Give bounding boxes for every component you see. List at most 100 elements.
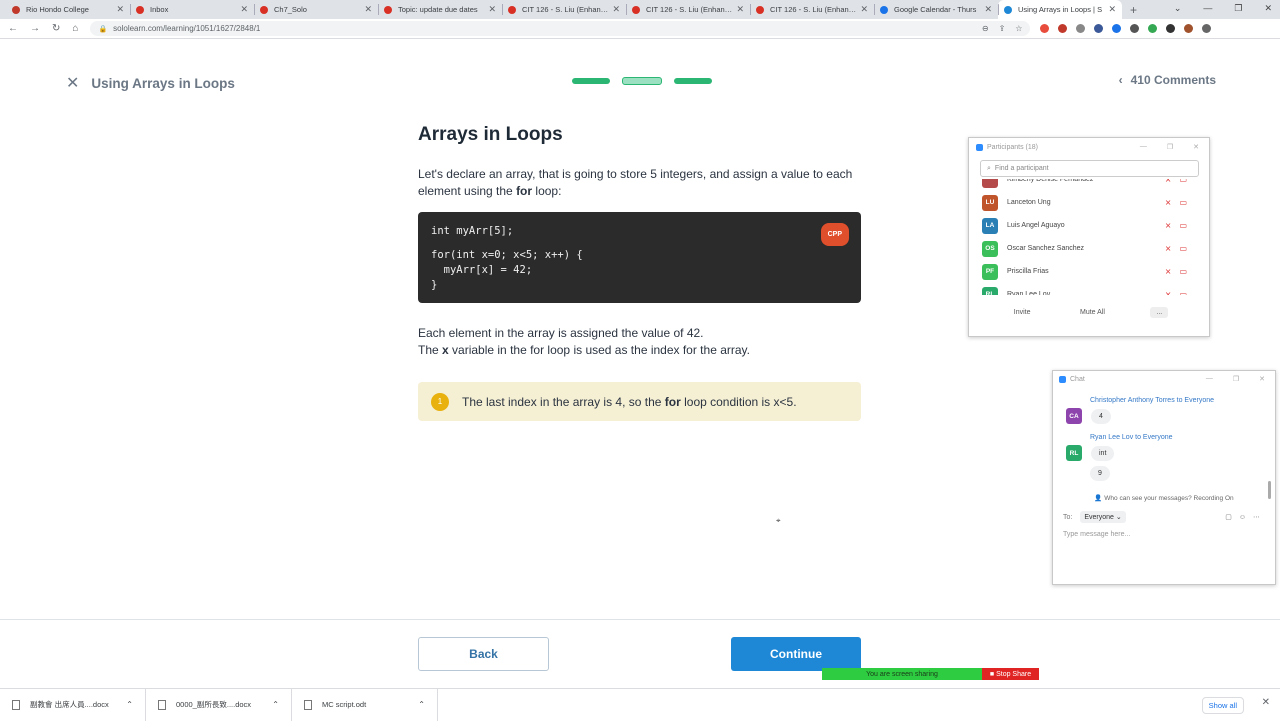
tab-search-icon[interactable]: ⌄: [1174, 3, 1182, 14]
chat-recipient-row: To: Everyone ⌄ ▢☺⋯: [1053, 511, 1275, 523]
progress-step-current[interactable]: [622, 77, 662, 85]
muted-mic-icon[interactable]: ⨯: [1165, 221, 1180, 230]
browser-tab[interactable]: CIT 126 - S. Liu (Enhance ✕: [502, 0, 626, 19]
close-tab-icon[interactable]: ✕: [984, 4, 992, 15]
close-tab-icon[interactable]: ✕: [612, 4, 620, 15]
forward-nav-icon[interactable]: →: [30, 23, 40, 34]
extension-icon[interactable]: [1094, 24, 1104, 33]
browser-tab[interactable]: Topic: update due dates ✕: [378, 0, 502, 19]
emoji-icon[interactable]: ☺: [1239, 514, 1253, 521]
close-tab-icon[interactable]: ✕: [736, 4, 744, 15]
browser-tab[interactable]: Ch7_Solo ✕: [254, 0, 378, 19]
close-icon[interactable]: ✕: [1259, 375, 1265, 383]
close-tab-icon[interactable]: ✕: [1108, 4, 1116, 15]
browser-tab[interactable]: Inbox ✕: [130, 0, 254, 19]
menu-kebab-icon[interactable]: [1202, 24, 1212, 33]
sharing-status[interactable]: You are screen sharing: [822, 668, 982, 680]
download-item[interactable]: 0000_副所長致....docx ⌃: [146, 688, 292, 721]
new-tab-button[interactable]: +: [1130, 3, 1137, 17]
file-icon: [12, 699, 20, 710]
video-off-icon[interactable]: ▭: [1179, 179, 1195, 184]
browser-tab[interactable]: CIT 126 - S. Liu (Enhance ✕: [626, 0, 750, 19]
chevron-up-icon[interactable]: ⌃: [418, 700, 425, 709]
chevron-up-icon[interactable]: ⌃: [126, 700, 133, 709]
progress-step[interactable]: [572, 78, 610, 84]
reload-icon[interactable]: ↻: [52, 23, 60, 34]
participant-row[interactable]: LU Lanceton Ung ⨯▭: [969, 191, 1209, 214]
browser-tab[interactable]: Google Calendar - Thurs ✕: [874, 0, 998, 19]
back-nav-icon[interactable]: ←: [8, 23, 18, 34]
scrollbar[interactable]: [1268, 481, 1271, 499]
message-visibility-info[interactable]: 👤 Who can see your messages? Recording O…: [1053, 494, 1275, 502]
close-tab-icon[interactable]: ✕: [488, 4, 496, 15]
participant-row[interactable]: LA Luis Angel Aguayo ⨯▭: [969, 214, 1209, 237]
minimize-icon[interactable]: —: [1206, 375, 1213, 383]
muted-mic-icon[interactable]: ⨯: [1165, 198, 1180, 207]
minimize-icon[interactable]: —: [1140, 143, 1147, 151]
more-options-button[interactable]: ...: [1150, 307, 1169, 318]
recipient-select[interactable]: Everyone ⌄: [1080, 511, 1126, 523]
video-off-icon[interactable]: ▭: [1179, 290, 1195, 295]
progress-step[interactable]: [674, 78, 712, 84]
profile-avatar[interactable]: [1184, 24, 1194, 33]
home-icon[interactable]: ⌂: [72, 23, 78, 34]
browser-tab[interactable]: CIT 126 - S. Liu (Enhance ✕: [750, 0, 874, 19]
message-bubble: 9: [1090, 466, 1110, 481]
stop-share-button[interactable]: ■ Stop Share: [982, 668, 1039, 680]
muted-mic-icon[interactable]: ⨯: [1165, 244, 1180, 253]
close-icon[interactable]: ✕: [1262, 697, 1270, 708]
file-icon[interactable]: ▢: [1225, 514, 1239, 521]
download-item[interactable]: MC script.odt ⌃: [292, 688, 438, 721]
comments-count: 410 Comments: [1130, 73, 1216, 87]
muted-mic-icon[interactable]: ⨯: [1165, 267, 1180, 276]
download-item[interactable]: 副教會 出席人員....docx ⌃: [0, 688, 146, 721]
participant-row[interactable]: RL Ryan Lee Lov ⨯▭: [969, 283, 1209, 295]
extension-icon[interactable]: [1112, 24, 1122, 33]
share-icon[interactable]: ⇪: [999, 24, 1006, 33]
browser-tab[interactable]: Rio Hondo College ✕: [6, 0, 130, 19]
more-icon[interactable]: ⋯: [1253, 514, 1267, 521]
extension-icon[interactable]: [1040, 24, 1050, 33]
participant-name: Priscilla Frias: [1007, 268, 1049, 275]
participant-search-input[interactable]: ⌕ Find a participant: [980, 160, 1199, 177]
participant-row[interactable]: OS Oscar Sanchez Sanchez ⨯▭: [969, 237, 1209, 260]
extension-icon[interactable]: [1130, 24, 1140, 33]
video-off-icon[interactable]: ▭: [1179, 221, 1195, 230]
extension-icon[interactable]: [1148, 24, 1158, 33]
close-window-button[interactable]: ✕: [1264, 3, 1272, 14]
minimize-button[interactable]: —: [1203, 3, 1212, 14]
close-icon[interactable]: ✕: [1193, 143, 1199, 151]
video-off-icon[interactable]: ▭: [1179, 244, 1195, 253]
mute-all-button[interactable]: Mute All: [1076, 307, 1109, 318]
chat-message-input[interactable]: Type message here...: [1053, 531, 1275, 538]
favicon-icon: [756, 5, 764, 14]
bookmark-star-icon[interactable]: ☆: [1015, 24, 1022, 33]
chevron-up-icon[interactable]: ⌃: [272, 700, 279, 709]
close-tab-icon[interactable]: ✕: [860, 4, 868, 15]
browser-tab[interactable]: Using Arrays in Loops | S ✕: [998, 0, 1122, 19]
show-all-button[interactable]: Show all: [1201, 697, 1244, 714]
muted-mic-icon[interactable]: ⨯: [1165, 179, 1180, 184]
maximize-icon[interactable]: ❐: [1233, 375, 1239, 383]
close-lesson-button[interactable]: ✕ Using Arrays in Loops: [66, 73, 235, 93]
url-field[interactable]: 🔒 sololearn.com/learning/1051/1627/2848/…: [90, 21, 1031, 36]
participant-row[interactable]: Kimberly Denise Fernandez ⨯▭: [969, 179, 1209, 191]
zoom-icon[interactable]: ⊖: [982, 24, 989, 33]
video-off-icon[interactable]: ▭: [1179, 198, 1195, 207]
invite-button[interactable]: Invite: [1010, 307, 1035, 318]
close-tab-icon[interactable]: ✕: [240, 4, 248, 15]
continue-button[interactable]: Continue: [731, 637, 861, 671]
code-block[interactable]: int myArr[5]; for(int x=0; x<5; x++) { my…: [418, 212, 861, 303]
video-off-icon[interactable]: ▭: [1179, 267, 1195, 276]
maximize-icon[interactable]: ❐: [1167, 143, 1173, 151]
extension-icon[interactable]: [1076, 24, 1086, 33]
back-button[interactable]: Back: [418, 637, 549, 671]
muted-mic-icon[interactable]: ⨯: [1165, 290, 1180, 295]
participant-row[interactable]: PF Priscilla Frias ⨯▭: [969, 260, 1209, 283]
close-tab-icon[interactable]: ✕: [364, 4, 372, 15]
puzzle-icon[interactable]: [1166, 24, 1176, 33]
comments-link[interactable]: ‹ 410 Comments: [1119, 73, 1216, 87]
extension-icon[interactable]: [1058, 24, 1068, 33]
maximize-button[interactable]: ❐: [1234, 3, 1242, 14]
close-tab-icon[interactable]: ✕: [116, 4, 124, 15]
